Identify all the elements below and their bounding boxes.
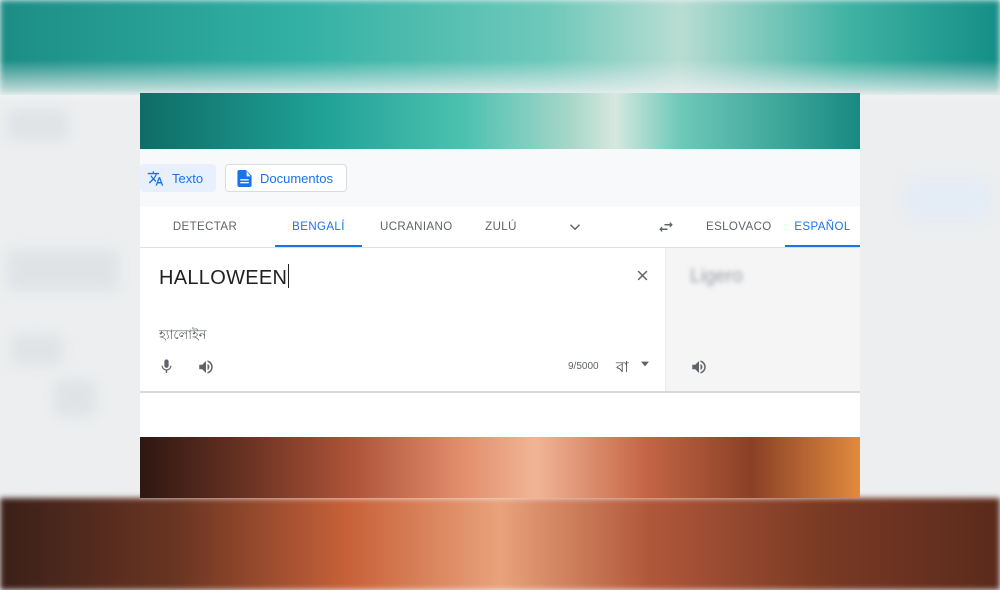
- blank-strip: [140, 393, 860, 437]
- document-icon: [237, 169, 260, 187]
- target-lang-slovak[interactable]: ESLOVACO: [706, 207, 771, 247]
- chevron-down-icon[interactable]: [566, 218, 584, 236]
- character-count: 9/5000: [568, 361, 599, 372]
- transliteration: হ্যালোইন: [159, 327, 207, 342]
- background-smudge: [12, 335, 62, 365]
- translator-panel: Texto Documentos DETECTAR IDIOMA BENGALÍ…: [140, 93, 860, 498]
- background-smudge: [55, 380, 95, 416]
- target-lang-spanish[interactable]: ESPAÑOL: [785, 207, 860, 247]
- source-lang-bengali[interactable]: BENGALÍ: [275, 207, 362, 247]
- mic-icon[interactable]: [158, 358, 175, 375]
- close-icon[interactable]: [635, 268, 650, 283]
- translation-area: Ligero: [665, 248, 860, 391]
- mode-selector: Texto Documentos: [140, 149, 860, 207]
- text-cursor: [288, 264, 290, 288]
- swap-icon[interactable]: [657, 218, 675, 236]
- source-lang-detect[interactable]: DETECTAR IDIOMA: [155, 207, 255, 273]
- documents-mode-label: Documentos: [260, 170, 333, 186]
- decorative-banner-bottom: [140, 437, 860, 498]
- source-text-area[interactable]: HALLOWEEN হ্যালোইন 9/5000 বা: [140, 248, 665, 391]
- caret-down-icon[interactable]: [641, 361, 649, 367]
- language-bar: DETECTAR IDIOMA BENGALÍ UCRANIANO ZULÚ E…: [140, 207, 860, 273]
- documents-mode-button[interactable]: Documentos: [225, 164, 347, 192]
- background-smudge: [8, 250, 118, 290]
- speaker-icon[interactable]: [690, 358, 708, 376]
- background-smudge: [905, 180, 990, 220]
- speaker-icon[interactable]: [197, 358, 215, 376]
- text-mode-button[interactable]: Texto: [140, 164, 216, 192]
- input-tools-button[interactable]: বা: [616, 356, 629, 381]
- translate-icon: [147, 170, 172, 187]
- text-mode-label: Texto: [172, 170, 204, 186]
- background-bottom: [0, 498, 1000, 590]
- background-smudge: [8, 110, 68, 140]
- source-lang-zulu[interactable]: ZULÚ: [485, 207, 517, 247]
- source-lang-ukrainian[interactable]: UCRANIANO: [380, 207, 452, 247]
- source-text: HALLOWEEN: [159, 267, 288, 289]
- decorative-banner-top: [140, 93, 860, 149]
- source-input[interactable]: HALLOWEEN: [159, 264, 290, 290]
- translation-text: Ligero: [690, 266, 743, 287]
